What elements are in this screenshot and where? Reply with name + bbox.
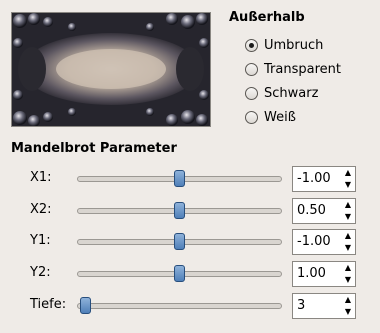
spin-buttons: ▲ ▼ (341, 294, 355, 318)
spin-value-x1[interactable]: -1.00 (293, 167, 341, 191)
params-section-title: Mandelbrot Parameter (11, 141, 177, 156)
spin-down-icon[interactable]: ▼ (345, 276, 351, 284)
spin-value-tiefe[interactable]: 3 (293, 294, 341, 318)
param-label-x1: X1: (30, 170, 52, 185)
spin-up-icon[interactable]: ▲ (345, 201, 351, 209)
radio-button-icon[interactable] (245, 38, 258, 52)
spin-x2[interactable]: 0.50 ▲ ▼ (292, 198, 356, 224)
radio-schwarz[interactable]: Schwarz (245, 83, 318, 103)
spin-up-icon[interactable]: ▲ (345, 264, 351, 272)
slider-thumb-x2[interactable] (174, 202, 185, 219)
radio-transparent[interactable]: Transparent (245, 59, 341, 79)
spin-buttons: ▲ ▼ (341, 199, 355, 223)
slider-tiefe[interactable] (77, 297, 282, 314)
spin-down-icon[interactable]: ▼ (345, 244, 351, 252)
spin-y2[interactable]: 1.00 ▲ ▼ (292, 261, 356, 287)
spin-value-y2[interactable]: 1.00 (293, 262, 341, 286)
radio-button-icon[interactable] (245, 110, 258, 124)
spin-up-icon[interactable]: ▲ (345, 296, 351, 304)
spin-buttons: ▲ ▼ (341, 230, 355, 254)
spin-tiefe[interactable]: 3 ▲ ▼ (292, 293, 356, 319)
radio-umbruch[interactable]: Umbruch (245, 35, 323, 55)
slider-thumb-tiefe[interactable] (80, 297, 91, 314)
preview-image (11, 12, 211, 127)
spin-value-x2[interactable]: 0.50 (293, 199, 341, 223)
spin-down-icon[interactable]: ▼ (345, 181, 351, 189)
spin-down-icon[interactable]: ▼ (345, 308, 351, 316)
radio-label-weiss: Weiß (264, 109, 296, 125)
slider-x1[interactable] (77, 170, 282, 187)
param-label-tiefe: Tiefe: (30, 297, 67, 312)
outside-section-title: Außerhalb (229, 10, 305, 25)
spin-up-icon[interactable]: ▲ (345, 169, 351, 177)
slider-thumb-y2[interactable] (174, 265, 185, 282)
slider-thumb-y1[interactable] (174, 233, 185, 250)
param-label-x2: X2: (30, 202, 52, 217)
slider-x2[interactable] (77, 202, 282, 219)
radio-button-icon[interactable] (245, 86, 258, 100)
radio-label-transparent: Transparent (264, 61, 341, 77)
spin-value-y1[interactable]: -1.00 (293, 230, 341, 254)
slider-y2[interactable] (77, 265, 282, 282)
slider-y1[interactable] (77, 233, 282, 250)
param-label-y2: Y2: (30, 265, 51, 280)
spin-buttons: ▲ ▼ (341, 262, 355, 286)
radio-weiss[interactable]: Weiß (245, 107, 296, 127)
spin-buttons: ▲ ▼ (341, 167, 355, 191)
spin-y1[interactable]: -1.00 ▲ ▼ (292, 229, 356, 255)
slider-thumb-x1[interactable] (174, 170, 185, 187)
radio-button-icon[interactable] (245, 62, 258, 76)
param-label-y1: Y1: (30, 233, 51, 248)
spin-up-icon[interactable]: ▲ (345, 232, 351, 240)
radio-label-schwarz: Schwarz (264, 85, 319, 101)
spin-x1[interactable]: -1.00 ▲ ▼ (292, 166, 356, 192)
spin-down-icon[interactable]: ▼ (345, 213, 351, 221)
radio-label-umbruch: Umbruch (264, 37, 324, 53)
